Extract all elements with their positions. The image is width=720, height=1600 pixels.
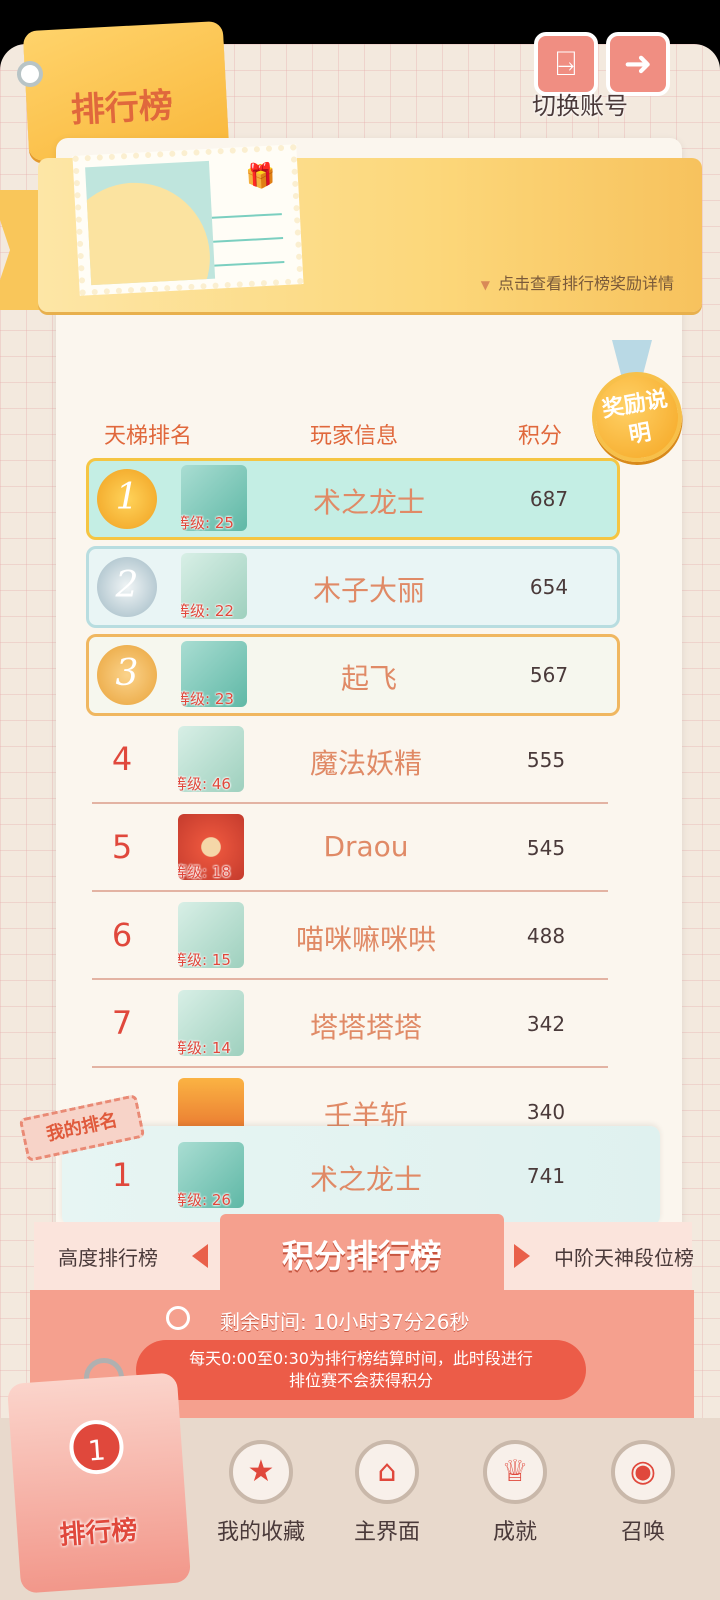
player-score: 567: [529, 663, 569, 687]
table-row[interactable]: 3 等级: 23 起飞 567: [86, 634, 620, 716]
switch-account-label: 切换账号: [532, 92, 628, 120]
table-row[interactable]: 7 等级: 14 塔塔塔塔 342: [86, 986, 620, 1068]
reward-details-label: 点击查看排行榜奖励详情: [497, 274, 674, 293]
my-rank-row[interactable]: 1 等级: 26 术之龙士 741: [62, 1126, 660, 1226]
my-rank-number: 1: [111, 1156, 133, 1194]
player-level: 等级: 25: [181, 514, 234, 531]
player-score: 687: [529, 487, 569, 511]
stamp-line: [211, 213, 282, 219]
nav-item-achievements[interactable]: ♕ 成就: [460, 1440, 570, 1550]
player-score: 545: [526, 836, 566, 860]
bronze-medal-icon: 3: [97, 645, 157, 705]
remaining-time: 剩余时间: 10小时37分26秒: [220, 1310, 470, 1334]
reward-details-link[interactable]: ▼ 点击查看排行榜奖励详情: [481, 270, 674, 294]
nav-label: 我的收藏: [216, 1520, 305, 1545]
arrow-left-icon[interactable]: [192, 1244, 208, 1268]
nav-item-home[interactable]: ⌂ 主界面: [332, 1440, 442, 1550]
rank-number: 6: [111, 916, 133, 954]
nav-label: 主界面: [353, 1520, 420, 1545]
my-rank-content: 1 等级: 26 术之龙士 741: [86, 1138, 620, 1220]
nav-item-summon[interactable]: ◉ 召唤: [588, 1440, 698, 1550]
player-avatar[interactable]: 等级: 18: [178, 814, 244, 880]
settlement-notice: 每天0:00至0:30为排行榜结算时间，此时段进行 排位赛不会获得积分: [136, 1340, 586, 1400]
my-name: 术之龙士: [309, 1163, 422, 1196]
page-title: 排行榜: [69, 85, 174, 131]
tab-tier-ranking[interactable]: 中阶天神段位榜: [554, 1242, 694, 1271]
player-score: 555: [526, 748, 566, 772]
stamp-line: [214, 261, 285, 267]
home-icon: ⌂: [355, 1440, 419, 1504]
tab-points-ranking[interactable]: 积分排行榜: [220, 1214, 504, 1298]
player-level: 等级: 18: [178, 863, 231, 880]
stamp-image: [85, 160, 216, 286]
tab-height-ranking[interactable]: 高度排行榜: [58, 1242, 158, 1271]
nav-item-ranking[interactable]: 1 排行榜: [6, 1372, 192, 1594]
silver-medal-icon: 2: [97, 557, 157, 617]
player-avatar[interactable]: 等级: 23: [181, 641, 247, 707]
tag-ring-icon: [16, 60, 44, 88]
switch-account-button[interactable]: ⍈ ➜ 切换账号: [528, 22, 678, 120]
nav-label: 排行榜: [58, 1515, 139, 1551]
my-score: 741: [526, 1164, 566, 1188]
column-header-score: 积分: [518, 424, 563, 449]
player-level: 等级: 23: [181, 690, 234, 707]
stamp-line: [213, 237, 284, 243]
player-avatar[interactable]: 等级: 14: [178, 990, 244, 1056]
table-row[interactable]: 5 等级: 18 Draou 545: [86, 810, 620, 892]
player-name: 塔塔塔塔: [309, 1011, 422, 1044]
trophy-icon: ♕: [483, 1440, 547, 1504]
player-name: 木子大丽: [312, 574, 425, 607]
player-name: 起飞: [340, 662, 397, 695]
nav-label: 召唤: [620, 1520, 665, 1545]
column-header-player: 玩家信息: [310, 424, 399, 449]
player-level: 等级: 46: [178, 775, 231, 792]
notice-line-2: 排位赛不会获得积分: [288, 1371, 433, 1390]
rank-number: 4: [111, 740, 133, 778]
arrow-right-icon[interactable]: [514, 1244, 530, 1268]
player-name: 魔法妖精: [309, 747, 422, 780]
star-icon: ★: [229, 1440, 293, 1504]
table-row[interactable]: 4 等级: 46 魔法妖精 555: [86, 722, 620, 804]
player-avatar[interactable]: 等级: 46: [178, 726, 244, 792]
row-divider: [92, 802, 608, 804]
player-level: 等级: 15: [178, 951, 231, 968]
table-row[interactable]: 2 等级: 22 木子大丽 654: [86, 546, 620, 628]
nav-item-favorites[interactable]: ★ 我的收藏: [206, 1440, 316, 1550]
player-name: 术之龙士: [312, 486, 425, 519]
player-avatar[interactable]: 等级: 22: [181, 553, 247, 619]
nav-label: 成就: [492, 1520, 537, 1545]
summon-icon: ◉: [611, 1440, 675, 1504]
notice-line-1: 每天0:00至0:30为排行榜结算时间，此时段进行: [189, 1349, 533, 1368]
rank-number: 7: [111, 1004, 133, 1042]
player-level: 等级: 22: [181, 602, 234, 619]
player-score: 342: [526, 1012, 566, 1036]
row-divider: [92, 1066, 608, 1068]
player-name: 喵咪嘛咪哄: [295, 923, 436, 956]
triangle-down-icon: ▼: [480, 278, 490, 292]
stamp-decoration: 🎁: [72, 144, 304, 296]
rank-number: 5: [111, 828, 133, 866]
my-avatar[interactable]: 等级: 26: [178, 1142, 244, 1208]
row-divider: [92, 890, 608, 892]
my-level: 等级: 26: [178, 1191, 231, 1208]
row-divider: [92, 978, 608, 980]
table-header: 天梯排名 玩家信息 积分: [76, 400, 616, 460]
player-score: 654: [529, 575, 569, 599]
player-score: 488: [526, 924, 566, 948]
player-score: 340: [526, 1100, 566, 1124]
gift-icon: 🎁: [245, 161, 277, 191]
table-row[interactable]: 1 等级: 25 术之龙士 687: [86, 458, 620, 540]
rank-trophy-icon: 1: [67, 1418, 126, 1476]
clock-icon: [166, 1306, 190, 1330]
player-name: Draou: [323, 830, 409, 863]
player-avatar[interactable]: 等级: 15: [178, 902, 244, 968]
player-level: 等级: 14: [178, 1039, 231, 1056]
gold-medal-icon: 1: [97, 469, 157, 529]
player-avatar[interactable]: 等级: 25: [181, 465, 247, 531]
table-row[interactable]: 6 等级: 15 喵咪嘛咪哄 488: [86, 898, 620, 980]
column-header-rank: 天梯排名: [104, 424, 193, 449]
